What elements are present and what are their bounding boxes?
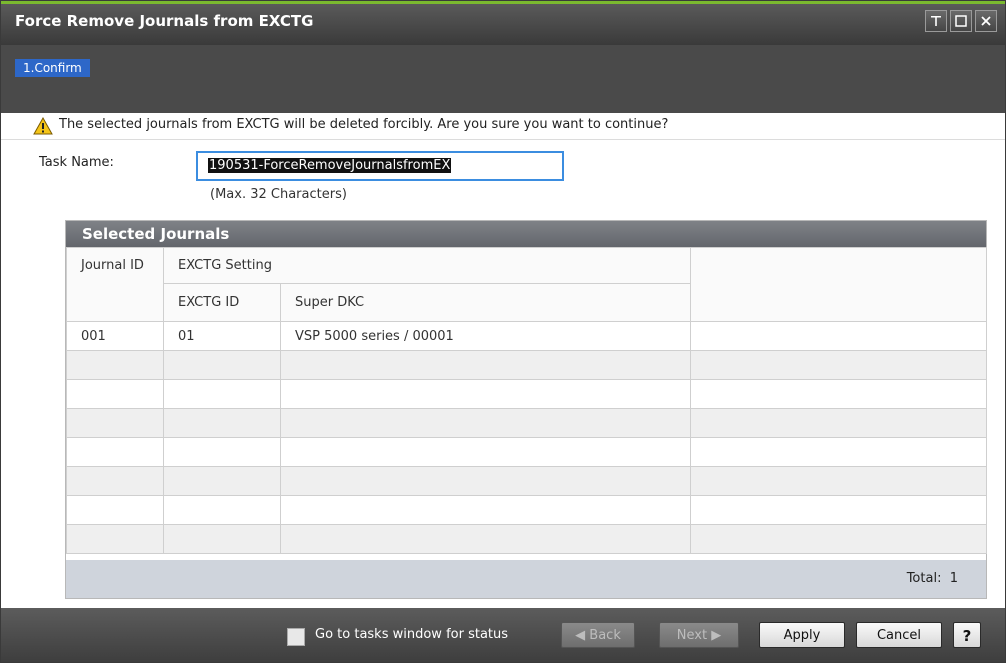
total-value: 1 <box>949 571 958 586</box>
empty-row <box>66 408 988 438</box>
col-super-dkc[interactable]: Super DKC <box>279 283 692 322</box>
back-button[interactable]: ◀ Back <box>561 622 635 648</box>
dialog-title: Force Remove Journals from EXCTG <box>15 12 314 30</box>
task-name-value: 190531-ForceRemoveJournalsfromEX <box>208 158 452 173</box>
warning-row: The selected journals from EXCTG will be… <box>1 113 1005 140</box>
next-button[interactable]: Next ▶ <box>659 622 739 648</box>
table-footer: Total: 1 <box>66 560 986 598</box>
window-controls <box>925 10 997 32</box>
empty-row <box>66 437 988 467</box>
empty-row <box>66 350 988 380</box>
cell-empty <box>690 321 988 351</box>
cell-journal-id: 001 <box>66 321 164 351</box>
close-icon[interactable] <box>975 10 997 32</box>
back-arrow-icon: ◀ <box>575 628 586 643</box>
back-label: Back <box>589 628 621 643</box>
panel-title: Selected Journals <box>66 221 986 247</box>
cell-exctg-id: 01 <box>163 321 281 351</box>
warning-icon <box>33 117 53 135</box>
goto-tasks-checkbox[interactable] <box>287 628 305 646</box>
cancel-button[interactable]: Cancel <box>856 622 942 648</box>
total-count: Total: 1 <box>907 571 958 586</box>
empty-row <box>66 495 988 525</box>
task-name-label: Task Name: <box>39 155 114 170</box>
maximize-icon[interactable] <box>950 10 972 32</box>
warning-message: The selected journals from EXCTG will be… <box>59 117 669 132</box>
help-button[interactable]: ? <box>953 622 981 648</box>
col-group-exctg-setting: EXCTG Setting <box>162 247 692 284</box>
col-spacer <box>690 247 988 322</box>
wizard-step-bar: 1.Confirm <box>1 45 1005 113</box>
empty-row <box>66 524 988 554</box>
next-arrow-icon: ▶ <box>711 628 722 643</box>
step-confirm[interactable]: 1.Confirm <box>15 59 90 77</box>
apply-button[interactable]: Apply <box>759 622 845 648</box>
task-name-input[interactable]: 190531-ForceRemoveJournalsfromEX <box>196 151 564 181</box>
selected-journals-panel: Selected Journals Journal ID EXCTG Setti… <box>65 220 988 599</box>
empty-row <box>66 379 988 409</box>
button-bar: Go to tasks window for status ◀ Back Nex… <box>1 608 1005 662</box>
next-label: Next <box>676 628 708 643</box>
dialog-window: Force Remove Journals from EXCTG 1.Confi… <box>0 0 1006 663</box>
table-row[interactable]: 001 01 VSP 5000 series / 00001 <box>66 321 988 351</box>
task-name-hint: (Max. 32 Characters) <box>210 187 347 202</box>
total-label: Total: <box>906 571 942 586</box>
cell-super-dkc: VSP 5000 series / 00001 <box>279 321 692 351</box>
empty-row <box>66 466 988 496</box>
col-journal-id[interactable]: Journal ID <box>66 247 164 322</box>
col-exctg-id[interactable]: EXCTG ID <box>163 283 281 322</box>
title-bar: Force Remove Journals from EXCTG <box>1 1 1005 45</box>
goto-tasks-label: Go to tasks window for status <box>315 627 509 642</box>
pin-icon[interactable] <box>925 10 947 32</box>
journals-table: Journal ID EXCTG Setting EXCTG ID Super … <box>66 247 988 554</box>
